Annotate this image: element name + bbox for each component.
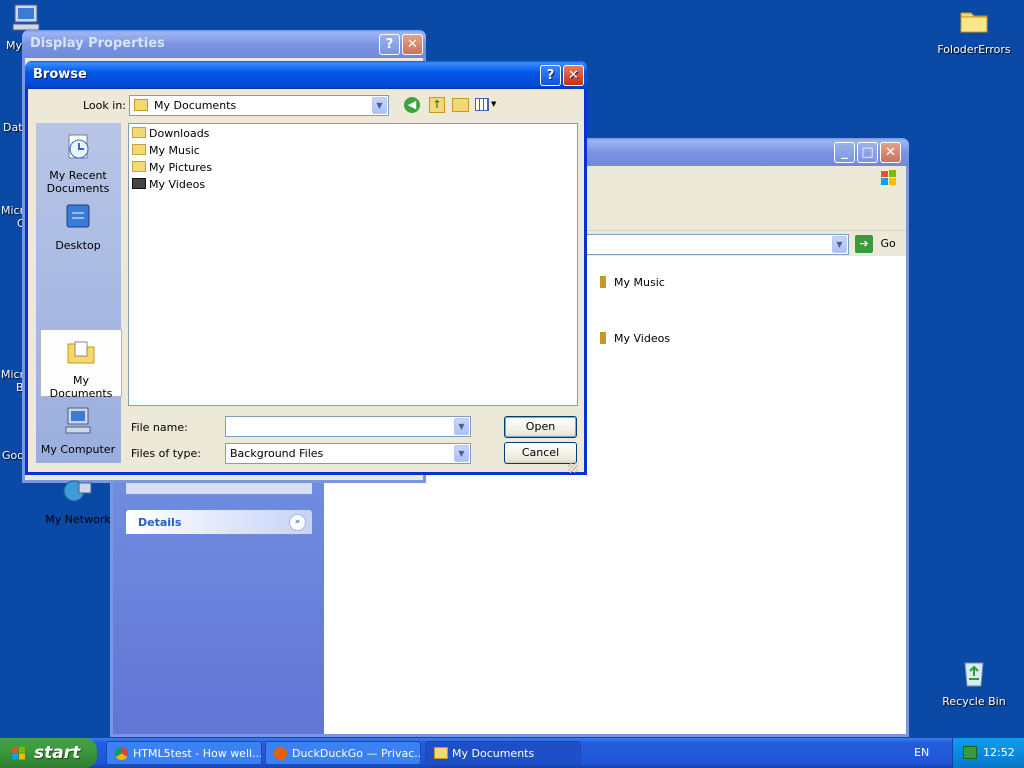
chrome-icon (115, 747, 128, 760)
browse-titlebar[interactable]: Browse ? ✕ (25, 61, 587, 89)
recent-documents-icon (68, 134, 89, 159)
place-my-computer[interactable]: My Computer (38, 399, 118, 456)
chevron-down-icon[interactable]: ▼ (832, 236, 847, 253)
place-my-recent-documents[interactable]: My Recent Documents (38, 125, 118, 195)
place-label: My Computer (40, 443, 116, 456)
windows-logo-icon (881, 170, 896, 185)
place-my-documents[interactable]: My Documents (40, 329, 122, 400)
folder-icon (132, 127, 146, 138)
go-label: Go (880, 237, 896, 250)
desktop-icon-label: FoloderErrors (937, 43, 1011, 56)
firefox-icon (274, 747, 287, 760)
file-item-label: My Pictures (149, 161, 213, 174)
desktop-icon-folder-errors[interactable]: FoloderErrors (936, 5, 1012, 56)
up-folder-icon[interactable]: ↑ (429, 97, 445, 113)
desktop-icon-label[interactable]: My (6, 39, 22, 52)
place-label: My Recent Documents (46, 169, 110, 195)
chevron-down-icon[interactable]: ▼ (454, 418, 469, 435)
file-name-label: File name: (131, 421, 188, 434)
look-in-combo[interactable]: My Documents ▼ (129, 95, 389, 116)
taskbar-button-label: HTML5test - How well... (133, 747, 262, 760)
place-desktop[interactable]: Desktop (38, 195, 118, 252)
place-my-network[interactable]: My Network (38, 469, 118, 526)
taskbar: start HTML5test - How well... DuckDuckGo… (0, 738, 1024, 768)
my-documents-icon (434, 747, 448, 759)
windows-logo-icon (12, 746, 25, 760)
network-tray-icon[interactable] (963, 746, 977, 759)
expand-chevron-icon[interactable]: » (289, 514, 306, 531)
look-in-label: Look in: (83, 99, 126, 112)
desktop-icon-recycle-bin[interactable]: Recycle Bin (936, 657, 1012, 708)
maximize-button[interactable]: □ (857, 142, 878, 163)
taskbar-button-html5test[interactable]: HTML5test - How well... (106, 741, 262, 765)
go-button[interactable]: ➔ Go (855, 235, 896, 253)
file-type-label: Files of type: (131, 447, 202, 460)
pictures-folder-icon (132, 161, 146, 172)
chevron-down-icon[interactable]: ▼ (372, 97, 387, 114)
places-bar: My Recent Documents Desktop My Documents… (36, 123, 122, 526)
network-icon (63, 480, 92, 502)
computer-icon (65, 407, 91, 434)
taskbar-button-label: My Documents (452, 747, 535, 760)
taskbar-button-label: DuckDuckGo — Privac... (292, 747, 421, 760)
view-menu-icon[interactable]: ▼ (475, 98, 497, 112)
details-label: Details (138, 516, 182, 529)
close-button[interactable]: ✕ (880, 142, 901, 163)
file-item-label: My Music (149, 144, 200, 157)
place-label: My Documents (49, 374, 113, 400)
file-item-label: Downloads (149, 127, 210, 140)
system-tray: 12:52 (952, 738, 1024, 768)
dialog-title: Browse (33, 67, 87, 82)
window-title: Display Properties (30, 36, 165, 51)
go-arrow-icon: ➔ (855, 235, 873, 253)
my-documents-icon (67, 341, 95, 364)
place-label: My Network (45, 513, 111, 526)
file-name-input[interactable]: ▼ (225, 416, 471, 437)
close-button[interactable]: ✕ (563, 65, 584, 86)
chevron-down-icon[interactable]: ▼ (454, 445, 469, 462)
open-button[interactable]: Open (504, 416, 577, 438)
help-button[interactable]: ? (540, 65, 561, 86)
videos-folder-icon (132, 178, 146, 189)
details-panel-header[interactable]: Details » (126, 510, 312, 534)
list-item[interactable]: My Music (600, 276, 665, 289)
file-type-select[interactable]: Background Files ▼ (225, 443, 471, 464)
recycle-bin-icon (964, 662, 984, 687)
list-item-label: My Music (614, 276, 665, 289)
taskbar-button-my-documents[interactable]: My Documents (425, 741, 581, 765)
start-button[interactable]: start (0, 738, 97, 768)
back-icon[interactable]: ◀ (404, 97, 420, 113)
my-documents-icon (134, 99, 148, 111)
desktop-icon-label: Recycle Bin (942, 695, 1006, 708)
cancel-button[interactable]: Cancel (504, 442, 577, 464)
resize-grip[interactable] (568, 463, 578, 473)
desktop-icon (66, 204, 90, 228)
folder-icon (960, 12, 988, 33)
file-item[interactable]: My Music (132, 142, 200, 159)
desktop-icon-label-fragment[interactable]: Goo (2, 449, 24, 462)
look-in-value: My Documents (154, 99, 237, 112)
minimize-button[interactable]: _ (834, 142, 855, 163)
place-label: Desktop (55, 239, 101, 252)
desktop-icon-label-fragment[interactable]: Dat (3, 121, 23, 134)
language-indicator[interactable]: EN (914, 746, 929, 759)
list-item-label: My Videos (614, 332, 671, 345)
music-folder-icon (132, 144, 146, 155)
new-folder-icon[interactable] (452, 98, 469, 112)
file-item[interactable]: My Pictures (132, 159, 212, 176)
start-label: start (34, 743, 81, 763)
taskbar-button-duckduckgo[interactable]: DuckDuckGo — Privac... (265, 741, 421, 765)
music-folder-icon (600, 276, 606, 288)
close-button[interactable]: ✕ (402, 34, 423, 55)
clock[interactable]: 12:52 (983, 746, 1015, 759)
list-item[interactable]: My Videos (600, 332, 670, 345)
help-button[interactable]: ? (379, 34, 400, 55)
file-type-value: Background Files (230, 447, 324, 460)
file-item[interactable]: My Videos (132, 176, 205, 193)
display-properties-titlebar[interactable]: Display Properties ? ✕ (22, 30, 426, 58)
file-item[interactable]: Downloads (132, 125, 209, 142)
video-folder-icon (600, 332, 606, 344)
file-item-label: My Videos (149, 178, 206, 191)
browse-dialog[interactable]: Browse ? ✕ Look in: My Documents ▼ ◀ ↑ ▼… (25, 61, 587, 526)
